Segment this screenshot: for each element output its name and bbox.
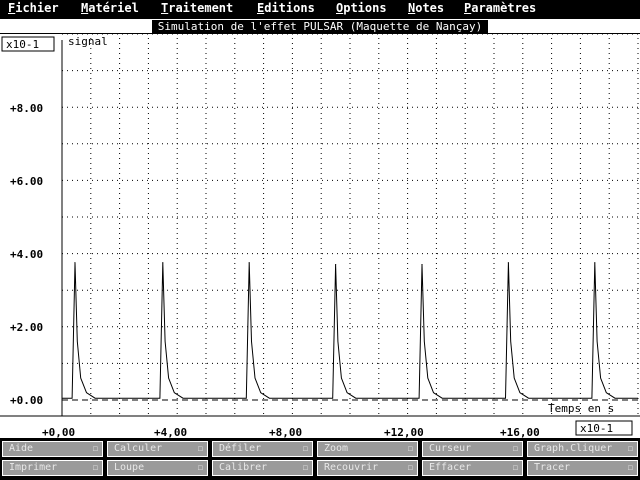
menu-notes[interactable]: Notes bbox=[408, 1, 444, 15]
pulse-peak bbox=[335, 263, 337, 266]
pulse-peak bbox=[74, 262, 76, 264]
recouvrir-button[interactable]: Recouvrir ☐ bbox=[317, 460, 418, 476]
pulse-peak bbox=[507, 262, 509, 264]
x-tick-label: +8,00 bbox=[269, 426, 302, 438]
x-tick-label: +4,00 bbox=[154, 426, 187, 438]
menu-bar: Fichier Matériel Traitement Editions Opt… bbox=[0, 0, 640, 18]
x-scale-label: x10-1 bbox=[580, 422, 613, 435]
zoom-button[interactable]: Zoom ☐ bbox=[317, 441, 418, 457]
y-tick-label: +4.00 bbox=[10, 248, 43, 261]
menu-parametres[interactable]: Paramètres bbox=[464, 1, 536, 15]
defiler-button[interactable]: Défiler ☐ bbox=[212, 441, 313, 457]
calculer-button[interactable]: Calculer ☐ bbox=[107, 441, 208, 457]
menu-fichier[interactable]: Fichier bbox=[8, 1, 59, 15]
pulse-peak bbox=[594, 262, 596, 264]
menu-traitement[interactable]: Traitement bbox=[161, 1, 233, 15]
imprimer-button[interactable]: Imprimer ☐ bbox=[2, 460, 103, 476]
aide-button[interactable]: Aide ☐ bbox=[2, 441, 103, 457]
pulse-peak bbox=[162, 262, 164, 264]
y-axis-label: signal bbox=[68, 35, 108, 48]
button-panel: Aide ☐ Calculer ☐ Défiler ☐ Zoom ☐ Curseur ☐ … bbox=[0, 438, 640, 480]
window-title-bar: Simulation de l'effet PULSAR (Maquette d… bbox=[0, 18, 640, 34]
plot-area[interactable]: x10-1 signal Temps en s x10-1 +0.00 +2.0… bbox=[0, 33, 640, 439]
effacer-button[interactable]: Effacer ☐ bbox=[422, 460, 523, 476]
y-tick-label: +6.00 bbox=[10, 175, 43, 188]
grid bbox=[62, 33, 640, 416]
menu-materiel[interactable]: Matériel bbox=[81, 1, 139, 15]
y-tick-label: +0.00 bbox=[10, 394, 43, 407]
pulse-peak bbox=[421, 263, 423, 266]
signal-series bbox=[62, 262, 638, 399]
graph-cliquer-button[interactable]: Graph.Cliquer ☐ bbox=[527, 441, 638, 457]
loupe-button[interactable]: Loupe ☐ bbox=[107, 460, 208, 476]
tracer-button[interactable]: Tracer ☐ bbox=[527, 460, 638, 476]
pulse-peak bbox=[248, 262, 250, 264]
menu-editions[interactable]: Editions bbox=[257, 1, 315, 15]
y-tick-label: +8.00 bbox=[10, 102, 43, 115]
x-axis-label: Temps en s bbox=[548, 402, 614, 415]
pulsar-signal-chart: x10-1 signal Temps en s x10-1 +0.00 +2.0… bbox=[0, 33, 640, 439]
y-scale-label: x10-1 bbox=[6, 38, 39, 51]
curseur-button[interactable]: Curseur ☐ bbox=[422, 441, 523, 457]
x-tick-label: +12,00 bbox=[384, 426, 424, 438]
calibrer-button[interactable]: Calibrer ☐ bbox=[212, 460, 313, 476]
x-tick-label: +0,00 bbox=[42, 426, 75, 438]
y-tick-label: +2.00 bbox=[10, 321, 43, 334]
x-tick-label: +16,00 bbox=[500, 426, 540, 438]
window-title: Simulation de l'effet PULSAR (Maquette d… bbox=[151, 20, 489, 33]
menu-options[interactable]: Options bbox=[336, 1, 387, 15]
